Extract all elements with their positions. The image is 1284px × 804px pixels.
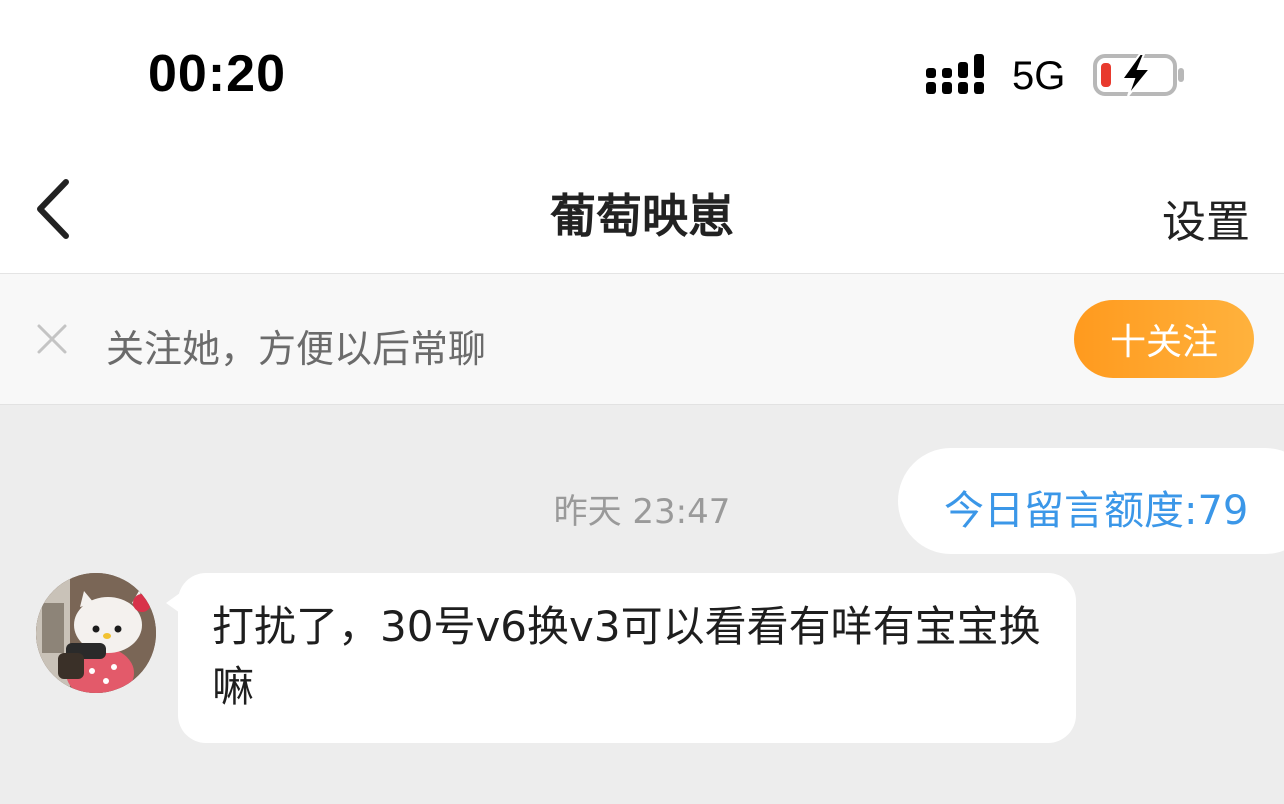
follow-prompt-text: 关注她，方便以后常聊 [106, 327, 487, 371]
message-text: 打扰了，30号v6换v3可以看看有咩有宝宝换嘛 [212, 602, 1041, 711]
avatar[interactable] [36, 573, 156, 693]
close-icon[interactable] [36, 323, 68, 355]
message-quota-text: 今日留言额度:79 [944, 488, 1249, 534]
hello-kitty-avatar [36, 573, 156, 693]
page-title: 葡萄映崽 [550, 189, 734, 243]
status-time: 00:20 [148, 45, 286, 103]
signal-icon [926, 54, 984, 94]
settings-button[interactable]: 设置 [1162, 186, 1250, 250]
message-quota-bubble[interactable]: 今日留言额度:79 [898, 448, 1284, 554]
battery-charging-icon [1093, 53, 1184, 97]
follow-button[interactable]: 十关注 [1074, 300, 1254, 378]
nav-bar: 葡萄映崽 设置 [0, 150, 1284, 274]
follow-button-label: 十关注 [1109, 321, 1218, 362]
follow-banner: 关注她，方便以后常聊 十关注 [0, 274, 1284, 405]
message-bubble[interactable]: 打扰了，30号v6换v3可以看看有咩有宝宝换嘛 [166, 573, 1076, 743]
status-bar: 00:20 5G [0, 0, 1284, 150]
network-label: 5G [1012, 54, 1066, 98]
message-bubble-tail [166, 593, 180, 613]
